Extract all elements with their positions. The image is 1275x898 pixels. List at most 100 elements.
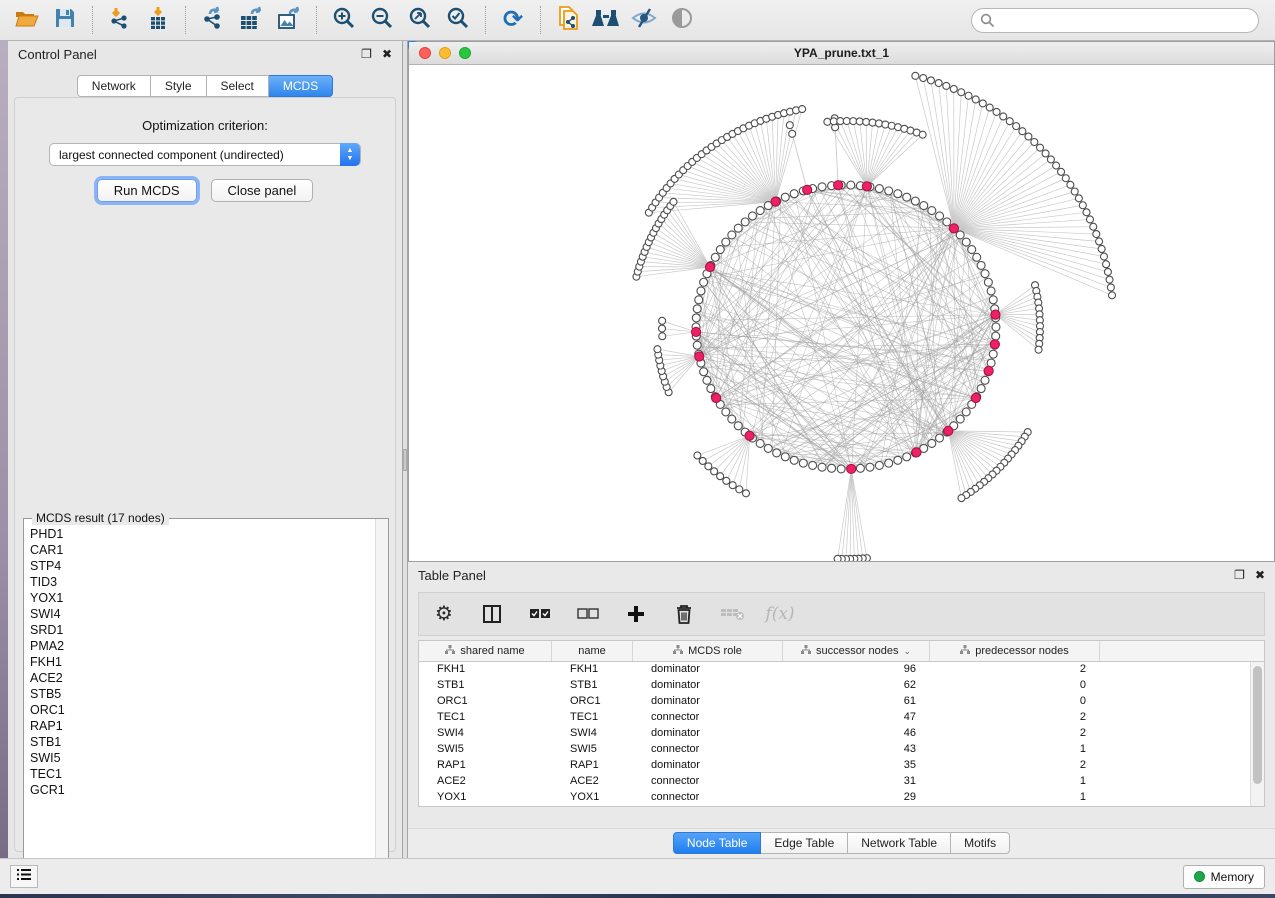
mcds-result-item[interactable]: STB1 <box>30 734 375 750</box>
mcds-result-item[interactable]: CAR1 <box>30 542 375 558</box>
graph-leaf-node[interactable] <box>1086 216 1093 223</box>
column-header-predecessor-nodes[interactable]: predecessor nodes <box>930 641 1100 661</box>
graph-node[interactable] <box>693 341 701 349</box>
graph-node[interactable] <box>756 207 764 215</box>
mcds-result-item[interactable]: RAP1 <box>30 718 375 734</box>
export-image-button[interactable] <box>272 4 306 36</box>
graph-node[interactable] <box>756 439 764 447</box>
graph-node[interactable] <box>818 463 826 471</box>
tab-node-table[interactable]: Node Table <box>673 832 762 854</box>
graph-node[interactable] <box>885 459 893 467</box>
graph-leaf-node[interactable] <box>1104 268 1111 275</box>
graph-node[interactable] <box>911 197 919 205</box>
optimization-criterion-select[interactable]: largest connected component (undirected)… <box>49 143 361 166</box>
graph-hub-node[interactable] <box>971 393 980 402</box>
graph-leaf-node[interactable] <box>1090 223 1097 230</box>
tab-network[interactable]: Network <box>77 75 151 97</box>
graph-node[interactable] <box>903 453 911 461</box>
graph-node[interactable] <box>875 185 883 193</box>
graph-leaf-node[interactable] <box>1106 276 1113 283</box>
task-history-button[interactable] <box>10 865 38 888</box>
graph-node[interactable] <box>987 287 995 295</box>
graph-hub-node[interactable] <box>990 340 999 349</box>
graph-leaf-node[interactable] <box>659 325 666 332</box>
graph-node[interactable] <box>748 212 756 220</box>
graph-hub-node[interactable] <box>991 310 1000 319</box>
close-table-panel-icon[interactable]: ✖ <box>1255 568 1265 582</box>
graph-leaf-node[interactable] <box>659 333 666 340</box>
graph-node[interactable] <box>728 231 736 239</box>
select-all-icon[interactable] <box>527 601 553 627</box>
graph-leaf-node[interactable] <box>1103 261 1110 268</box>
graph-leaf-node[interactable] <box>1047 156 1054 163</box>
export-table-button[interactable] <box>234 4 268 36</box>
graph-leaf-node[interactable] <box>869 119 876 126</box>
graph-hub-node[interactable] <box>944 426 953 435</box>
graph-node[interactable] <box>989 296 997 304</box>
graph-node[interactable] <box>962 238 970 246</box>
graph-leaf-node[interactable] <box>736 486 743 493</box>
graph-node[interactable] <box>894 190 902 198</box>
graph-leaf-node[interactable] <box>1083 209 1090 216</box>
graph-leaf-node[interactable] <box>1109 292 1116 299</box>
graph-hub-node[interactable] <box>834 181 843 190</box>
graph-leaf-node[interactable] <box>799 106 806 113</box>
graph-leaf-node[interactable] <box>1025 133 1032 140</box>
graph-node[interactable] <box>773 449 781 457</box>
graph-node[interactable] <box>716 246 724 254</box>
graph-node[interactable] <box>734 422 742 430</box>
splitter-handle[interactable] <box>403 449 407 471</box>
zoom-out-button[interactable] <box>365 4 399 36</box>
graph-hub-node[interactable] <box>862 182 871 191</box>
graph-leaf-node[interactable] <box>950 85 957 92</box>
float-table-panel-icon[interactable]: ❐ <box>1234 568 1245 582</box>
graph-leaf-node[interactable] <box>920 75 927 82</box>
mcds-result-item[interactable]: FKH1 <box>30 654 375 670</box>
graph-leaf-node[interactable] <box>1006 118 1013 125</box>
graph-node[interactable] <box>711 253 719 261</box>
graph-leaf-node[interactable] <box>972 96 979 103</box>
graph-node[interactable] <box>700 368 708 376</box>
delete-icon[interactable] <box>671 601 697 627</box>
graph-node[interactable] <box>741 218 749 226</box>
mcds-result-item[interactable]: ACE2 <box>30 670 375 686</box>
mcds-result-item[interactable]: TEC1 <box>30 766 375 782</box>
graph-hub-node[interactable] <box>949 224 958 233</box>
tab-motifs[interactable]: Motifs <box>951 832 1010 854</box>
tab-network-table[interactable]: Network Table <box>848 832 951 854</box>
graph-leaf-node[interactable] <box>1042 150 1049 157</box>
graph-hub-node[interactable] <box>711 393 720 402</box>
graph-node[interactable] <box>790 456 798 464</box>
add-column-icon[interactable] <box>623 601 649 627</box>
mcds-result-list[interactable]: PHD1CAR1STP4TID3YOX1SWI4SRD1PMA2FKH1ACE2… <box>25 524 375 886</box>
graph-leaf-node[interactable] <box>965 92 972 99</box>
mcds-result-item[interactable]: YOX1 <box>30 590 375 606</box>
columns-icon[interactable] <box>479 601 505 627</box>
column-header-name[interactable]: name <box>552 641 633 661</box>
column-header-successor-nodes[interactable]: successor nodes⌄ <box>783 641 930 661</box>
graph-node[interactable] <box>866 463 874 471</box>
graph-node[interactable] <box>828 464 836 472</box>
graph-node[interactable] <box>781 193 789 201</box>
zoom-fit-button[interactable] <box>403 4 437 36</box>
tab-select[interactable]: Select <box>207 75 269 97</box>
graph-hub-node[interactable] <box>691 327 700 336</box>
graph-node[interactable] <box>992 323 1000 331</box>
graph-leaf-node[interactable] <box>654 346 661 353</box>
graph-node[interactable] <box>962 408 970 416</box>
graph-node[interactable] <box>928 207 936 215</box>
table-row[interactable]: TEC1TEC1connector472 <box>419 710 1250 726</box>
table-row[interactable]: SWI4SWI4dominator462 <box>419 726 1250 742</box>
import-table-button[interactable] <box>141 4 175 36</box>
graph-hub-node[interactable] <box>771 197 780 206</box>
run-mcds-button[interactable]: Run MCDS <box>97 179 197 202</box>
graph-node[interactable] <box>956 231 964 239</box>
table-row[interactable]: FKH1FKH1dominator962 <box>419 662 1250 678</box>
column-header-MCDS-role[interactable]: MCDS role <box>633 641 783 661</box>
graph-leaf-node[interactable] <box>1093 231 1100 238</box>
graph-leaf-node[interactable] <box>986 104 993 111</box>
save-button[interactable] <box>48 4 82 36</box>
binoculars-button[interactable] <box>589 4 623 36</box>
gear-icon[interactable]: ⚙ <box>431 601 457 627</box>
graph-node[interactable] <box>894 456 902 464</box>
